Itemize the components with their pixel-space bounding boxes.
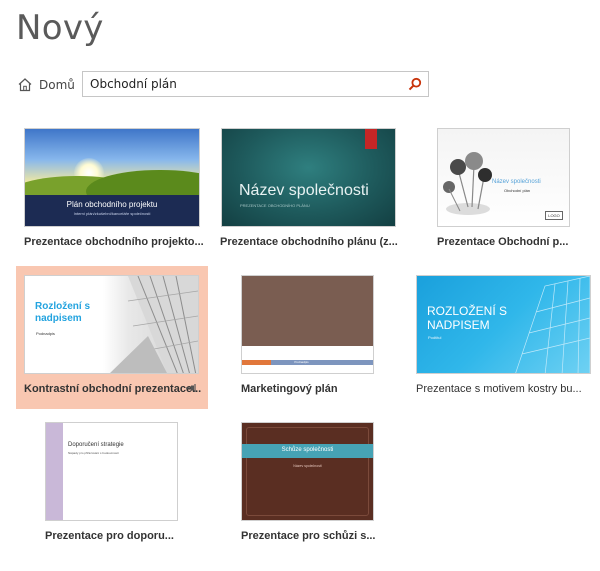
- template-tile-7[interactable]: Doporučení strategie Nápady pro přiřazov…: [38, 416, 188, 548]
- thumb-subtitle: Podnadpis: [36, 331, 55, 336]
- template-thumbnail: Rozložení s nadpisem Podnadpis: [24, 275, 199, 374]
- pin-icon[interactable]: [186, 384, 196, 392]
- thumb-subtitle: Podtitul: [428, 335, 442, 340]
- template-caption: Prezentace pro schůzi s...: [241, 530, 376, 542]
- template-tile-6[interactable]: ROZLOŽENÍ S NADPISEM Podtitul Prezentace…: [408, 266, 598, 409]
- architecture-illustration: [110, 276, 198, 373]
- home-icon: [18, 78, 32, 92]
- template-caption: Prezentace s motivem kostry bu...: [416, 383, 582, 395]
- template-thumbnail: Název společnosti PREZENTACE OBCHODNÍHO …: [221, 128, 396, 227]
- thumb-title: Plán obchodního projektu: [66, 199, 158, 209]
- thumb-title: ROZLOŽENÍ S NADPISEM: [427, 304, 508, 332]
- template-tile-5[interactable]: MARKETINGOVÝ PLÁN Podnadpis Marketingový…: [234, 266, 380, 409]
- thumb-subtitle: Interní plán/zkušební/kanceláře společno…: [73, 211, 151, 217]
- thumb-title: Název společnosti: [492, 179, 541, 185]
- thumb-subtitle: Nápady pro přiřazování s budoucností: [68, 451, 119, 455]
- template-tile-2[interactable]: Název společnosti PREZENTACE OBCHODNÍHO …: [214, 122, 406, 254]
- template-caption: Prezentace pro doporu...: [45, 530, 174, 542]
- template-caption: Kontrastní obchodní prezentace...: [24, 383, 202, 395]
- template-caption: Marketingový plán: [241, 383, 338, 395]
- template-thumbnail: Schůze společnosti Název společnosti: [241, 422, 374, 521]
- thumb-logo: LOGO: [545, 211, 563, 220]
- thumb-title: MARKETINGOVÝ PLÁN: [269, 350, 346, 357]
- red-ribbon-icon: [365, 129, 377, 149]
- thumb-subtitle: Podnadpis: [294, 360, 309, 364]
- template-caption: Prezentace Obchodní p...: [437, 236, 569, 248]
- template-tile-3[interactable]: Název společnosti Obchodní plán LOGO Pre…: [430, 122, 592, 254]
- thumb-subtitle: PREZENTACE OBCHODNÍHO PLÁNU: [240, 203, 310, 208]
- thumb-title: Název společnosti: [239, 182, 369, 199]
- template-tile-1[interactable]: Plán obchodního projektu Interní plán/zk…: [18, 122, 208, 254]
- home-label: Domů: [39, 77, 75, 92]
- search-icon: [408, 77, 422, 91]
- search-input[interactable]: [83, 72, 402, 96]
- template-tile-4[interactable]: Rozložení s nadpisem Podnadpis Kontrastn…: [16, 266, 208, 409]
- template-thumbnail: Doporučení strategie Nápady pro přiřazov…: [45, 422, 178, 521]
- template-caption: Prezentace obchodního projekto...: [24, 236, 204, 248]
- home-link[interactable]: Domů: [17, 77, 75, 92]
- template-thumbnail: MARKETINGOVÝ PLÁN Podnadpis: [241, 275, 374, 374]
- search-box: [82, 71, 429, 97]
- page-title: Nový: [16, 8, 104, 48]
- pushpins-illustration: [443, 152, 492, 215]
- template-thumbnail: Plán obchodního projektu Interní plán/zk…: [24, 128, 200, 227]
- thumb-subtitle: Název společnosti: [293, 464, 322, 468]
- template-caption: Prezentace obchodního plánu (z...: [220, 236, 398, 248]
- template-thumbnail: Název společnosti Obchodní plán LOGO: [437, 128, 570, 227]
- thumb-title: Schůze společnosti: [281, 447, 334, 453]
- thumb-title: Doporučení strategie: [68, 442, 124, 448]
- template-tile-8[interactable]: Schůze společnosti Název společnosti Pre…: [234, 416, 384, 548]
- search-button[interactable]: [402, 72, 428, 96]
- template-thumbnail: ROZLOŽENÍ S NADPISEM Podtitul: [416, 275, 591, 374]
- thumb-title: Rozložení s nadpisem: [35, 301, 91, 324]
- thumb-subtitle: Obchodní plán: [504, 188, 531, 193]
